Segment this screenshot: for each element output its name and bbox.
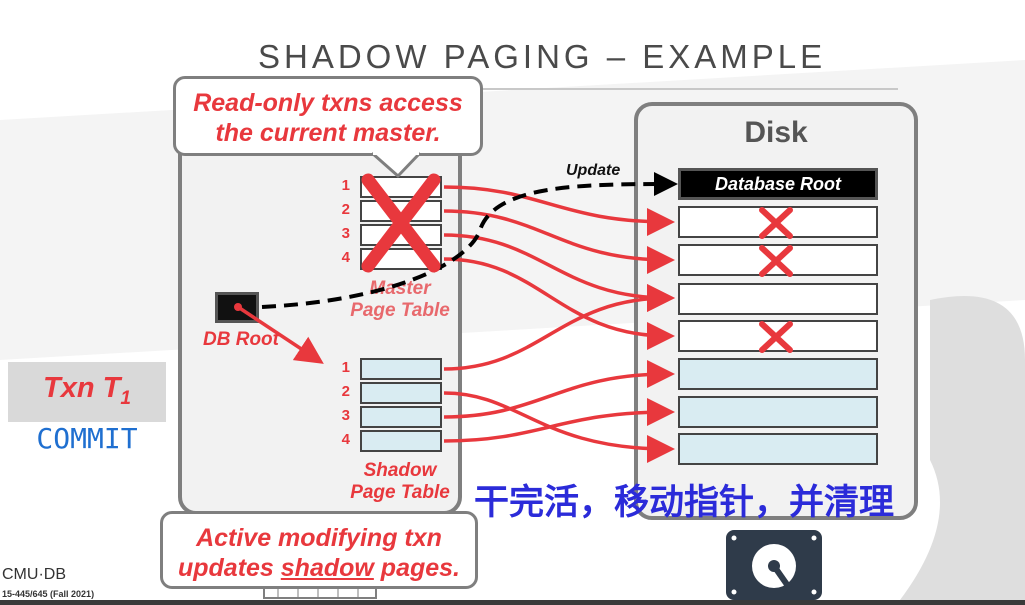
- cmu-db-logo: CMU·DB: [2, 566, 66, 583]
- txn-label: Txn T1: [8, 372, 166, 410]
- chinese-annotation: 干完活，移动指针，并清理: [474, 483, 895, 523]
- commit-label: COMMIT: [36, 422, 138, 455]
- course-label: 15-445/645 (Fall 2021): [2, 589, 95, 599]
- bottom-bar: [0, 600, 1025, 605]
- txn-subscript: 1: [120, 387, 131, 409]
- hard-disk-icon: [726, 530, 822, 600]
- txn-name: Txn T: [43, 372, 121, 404]
